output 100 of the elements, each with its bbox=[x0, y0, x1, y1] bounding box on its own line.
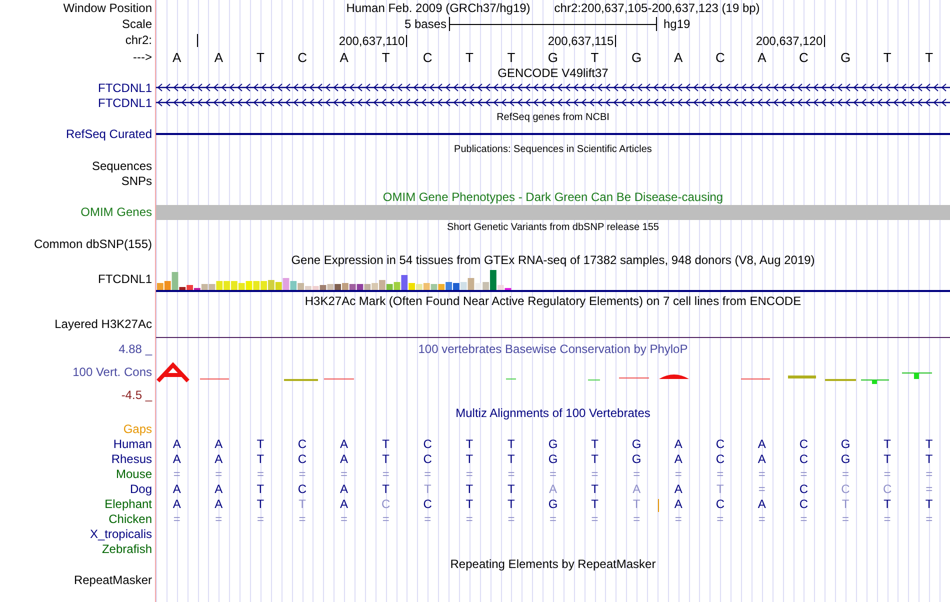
base-letter: C bbox=[296, 438, 308, 450]
base-letter: = bbox=[924, 468, 934, 480]
base-letter: T bbox=[464, 50, 474, 64]
base-letter: T bbox=[924, 438, 934, 450]
track-title: Gene Expression in 54 tissues from GTEx RNA-seq of 17382 samples, 948 donors (V8, Aug 2019) bbox=[291, 254, 815, 266]
track-title: Publications: Sequences in Scientific Articles bbox=[454, 145, 652, 155]
base-letter: T bbox=[840, 498, 850, 510]
species-label[interactable]: Zebrafish bbox=[102, 542, 152, 554]
track-title: RefSeq genes from NCBI bbox=[496, 113, 610, 123]
track-title: Repeating Elements by RepeatMasker bbox=[450, 558, 656, 570]
base-letter: T bbox=[255, 50, 266, 64]
base-letter: T bbox=[464, 482, 474, 494]
base-letter: A bbox=[214, 498, 224, 510]
base-letter: = bbox=[214, 468, 224, 480]
assembly-name: Human Feb. 2009 (GRCh37/hg19) bbox=[346, 2, 530, 14]
base-letter: C bbox=[296, 482, 308, 494]
base-letter: = bbox=[632, 512, 642, 524]
base-letter: A bbox=[756, 50, 768, 64]
species-label[interactable]: Human bbox=[113, 438, 152, 450]
base-letter: C bbox=[422, 452, 433, 464]
species-label[interactable]: Rhesus bbox=[111, 452, 152, 464]
base-letter: G bbox=[840, 438, 852, 450]
axis-min-label: -4.5 _ bbox=[121, 388, 152, 400]
base-letter: = bbox=[674, 512, 683, 524]
base-letter: A bbox=[756, 452, 767, 464]
base-letter: A bbox=[673, 438, 684, 450]
base-letter: T bbox=[590, 452, 600, 464]
base-letter: = bbox=[924, 482, 934, 494]
base-letter: = bbox=[172, 512, 182, 524]
base-letter: = bbox=[590, 512, 600, 524]
base-letter: C bbox=[714, 452, 726, 464]
track-label[interactable]: OMIM Genes bbox=[80, 206, 152, 218]
base-letter: A bbox=[172, 452, 182, 464]
base-letter: T bbox=[256, 452, 266, 464]
base-letter: C bbox=[296, 452, 308, 464]
base-letter: C bbox=[714, 438, 726, 450]
base-letter: A bbox=[172, 438, 182, 450]
gene-label[interactable]: FTCDNL1 bbox=[98, 273, 152, 285]
track-title: Multiz Alignments of 100 Vertebrates bbox=[456, 407, 650, 419]
track-label: Sequences bbox=[92, 160, 152, 172]
base-letter: T bbox=[590, 498, 600, 510]
species-label[interactable]: Mouse bbox=[116, 468, 152, 480]
base-letter: = bbox=[340, 512, 349, 524]
base-letter: T bbox=[616, 498, 658, 510]
track-label[interactable]: RefSeq Curated bbox=[66, 128, 152, 140]
base-letter: C bbox=[840, 482, 851, 494]
base-letter: A bbox=[214, 438, 224, 450]
base-letter: T bbox=[924, 50, 934, 64]
base-letter: = bbox=[757, 468, 766, 480]
species-label[interactable]: Dog bbox=[130, 482, 152, 494]
base-letter: = bbox=[464, 468, 474, 480]
track-label: Common dbSNP(155) bbox=[34, 238, 152, 250]
base-letter: = bbox=[590, 468, 600, 480]
base-letter: T bbox=[924, 452, 934, 464]
base-letter: T bbox=[882, 50, 892, 64]
base-letter: T bbox=[506, 498, 516, 510]
base-letter: C bbox=[296, 50, 308, 64]
base-letter: T bbox=[256, 482, 266, 494]
species-label[interactable]: X_tropicalis bbox=[90, 528, 152, 540]
base-letter: = bbox=[298, 512, 307, 524]
base-letter: C bbox=[798, 50, 810, 64]
species-label[interactable]: Chicken bbox=[108, 512, 152, 524]
base-letter: = bbox=[423, 512, 432, 524]
track-label: Scale bbox=[122, 18, 152, 30]
base-letter: T bbox=[590, 438, 600, 450]
base-letter: = bbox=[882, 512, 892, 524]
track-title: GENCODE V49lift37 bbox=[498, 67, 608, 79]
base-letter: A bbox=[673, 50, 684, 64]
base-letter: = bbox=[757, 482, 766, 494]
gene-label[interactable]: FTCDNL1 bbox=[98, 82, 152, 94]
base-letter: = bbox=[214, 512, 224, 524]
base-letter: C bbox=[798, 498, 810, 510]
base-letter: T bbox=[256, 438, 266, 450]
position-text: chr2:200,637,105-200,637,123 (19 bp) bbox=[554, 2, 760, 14]
base-letter: = bbox=[757, 512, 766, 524]
track-title: 100 vertebrates Basewise Conservation by PhyloP bbox=[418, 342, 688, 354]
base-letter: G bbox=[839, 50, 852, 64]
base-letter: T bbox=[882, 498, 892, 510]
base-letter: T bbox=[506, 438, 516, 450]
base-letter: = bbox=[256, 512, 265, 524]
base-letter: A bbox=[338, 50, 350, 64]
base-letter: C bbox=[882, 482, 893, 494]
base-letter: T bbox=[380, 50, 391, 64]
track-label: chr2: bbox=[125, 34, 152, 46]
gene-label[interactable]: FTCDNL1 bbox=[98, 96, 152, 108]
base-letter: T bbox=[464, 498, 474, 510]
base-letter: A bbox=[673, 498, 684, 510]
base-letter: C bbox=[422, 50, 434, 64]
axis-max-label: 4.88 _ bbox=[118, 342, 152, 354]
track-label[interactable]: 100 Vert. Cons bbox=[72, 366, 152, 378]
scale-text: 5 bases bbox=[403, 18, 448, 30]
base-letter: T bbox=[256, 498, 266, 510]
base-letter: C bbox=[798, 438, 810, 450]
base-letter: T bbox=[882, 438, 892, 450]
base-letter: T bbox=[506, 482, 516, 494]
species-label[interactable]: Elephant bbox=[104, 498, 152, 510]
base-letter: A bbox=[213, 50, 224, 64]
track-label: Layered H3K27Ac bbox=[54, 318, 152, 330]
base-letter: G bbox=[630, 50, 643, 64]
base-letter: A bbox=[172, 498, 182, 510]
